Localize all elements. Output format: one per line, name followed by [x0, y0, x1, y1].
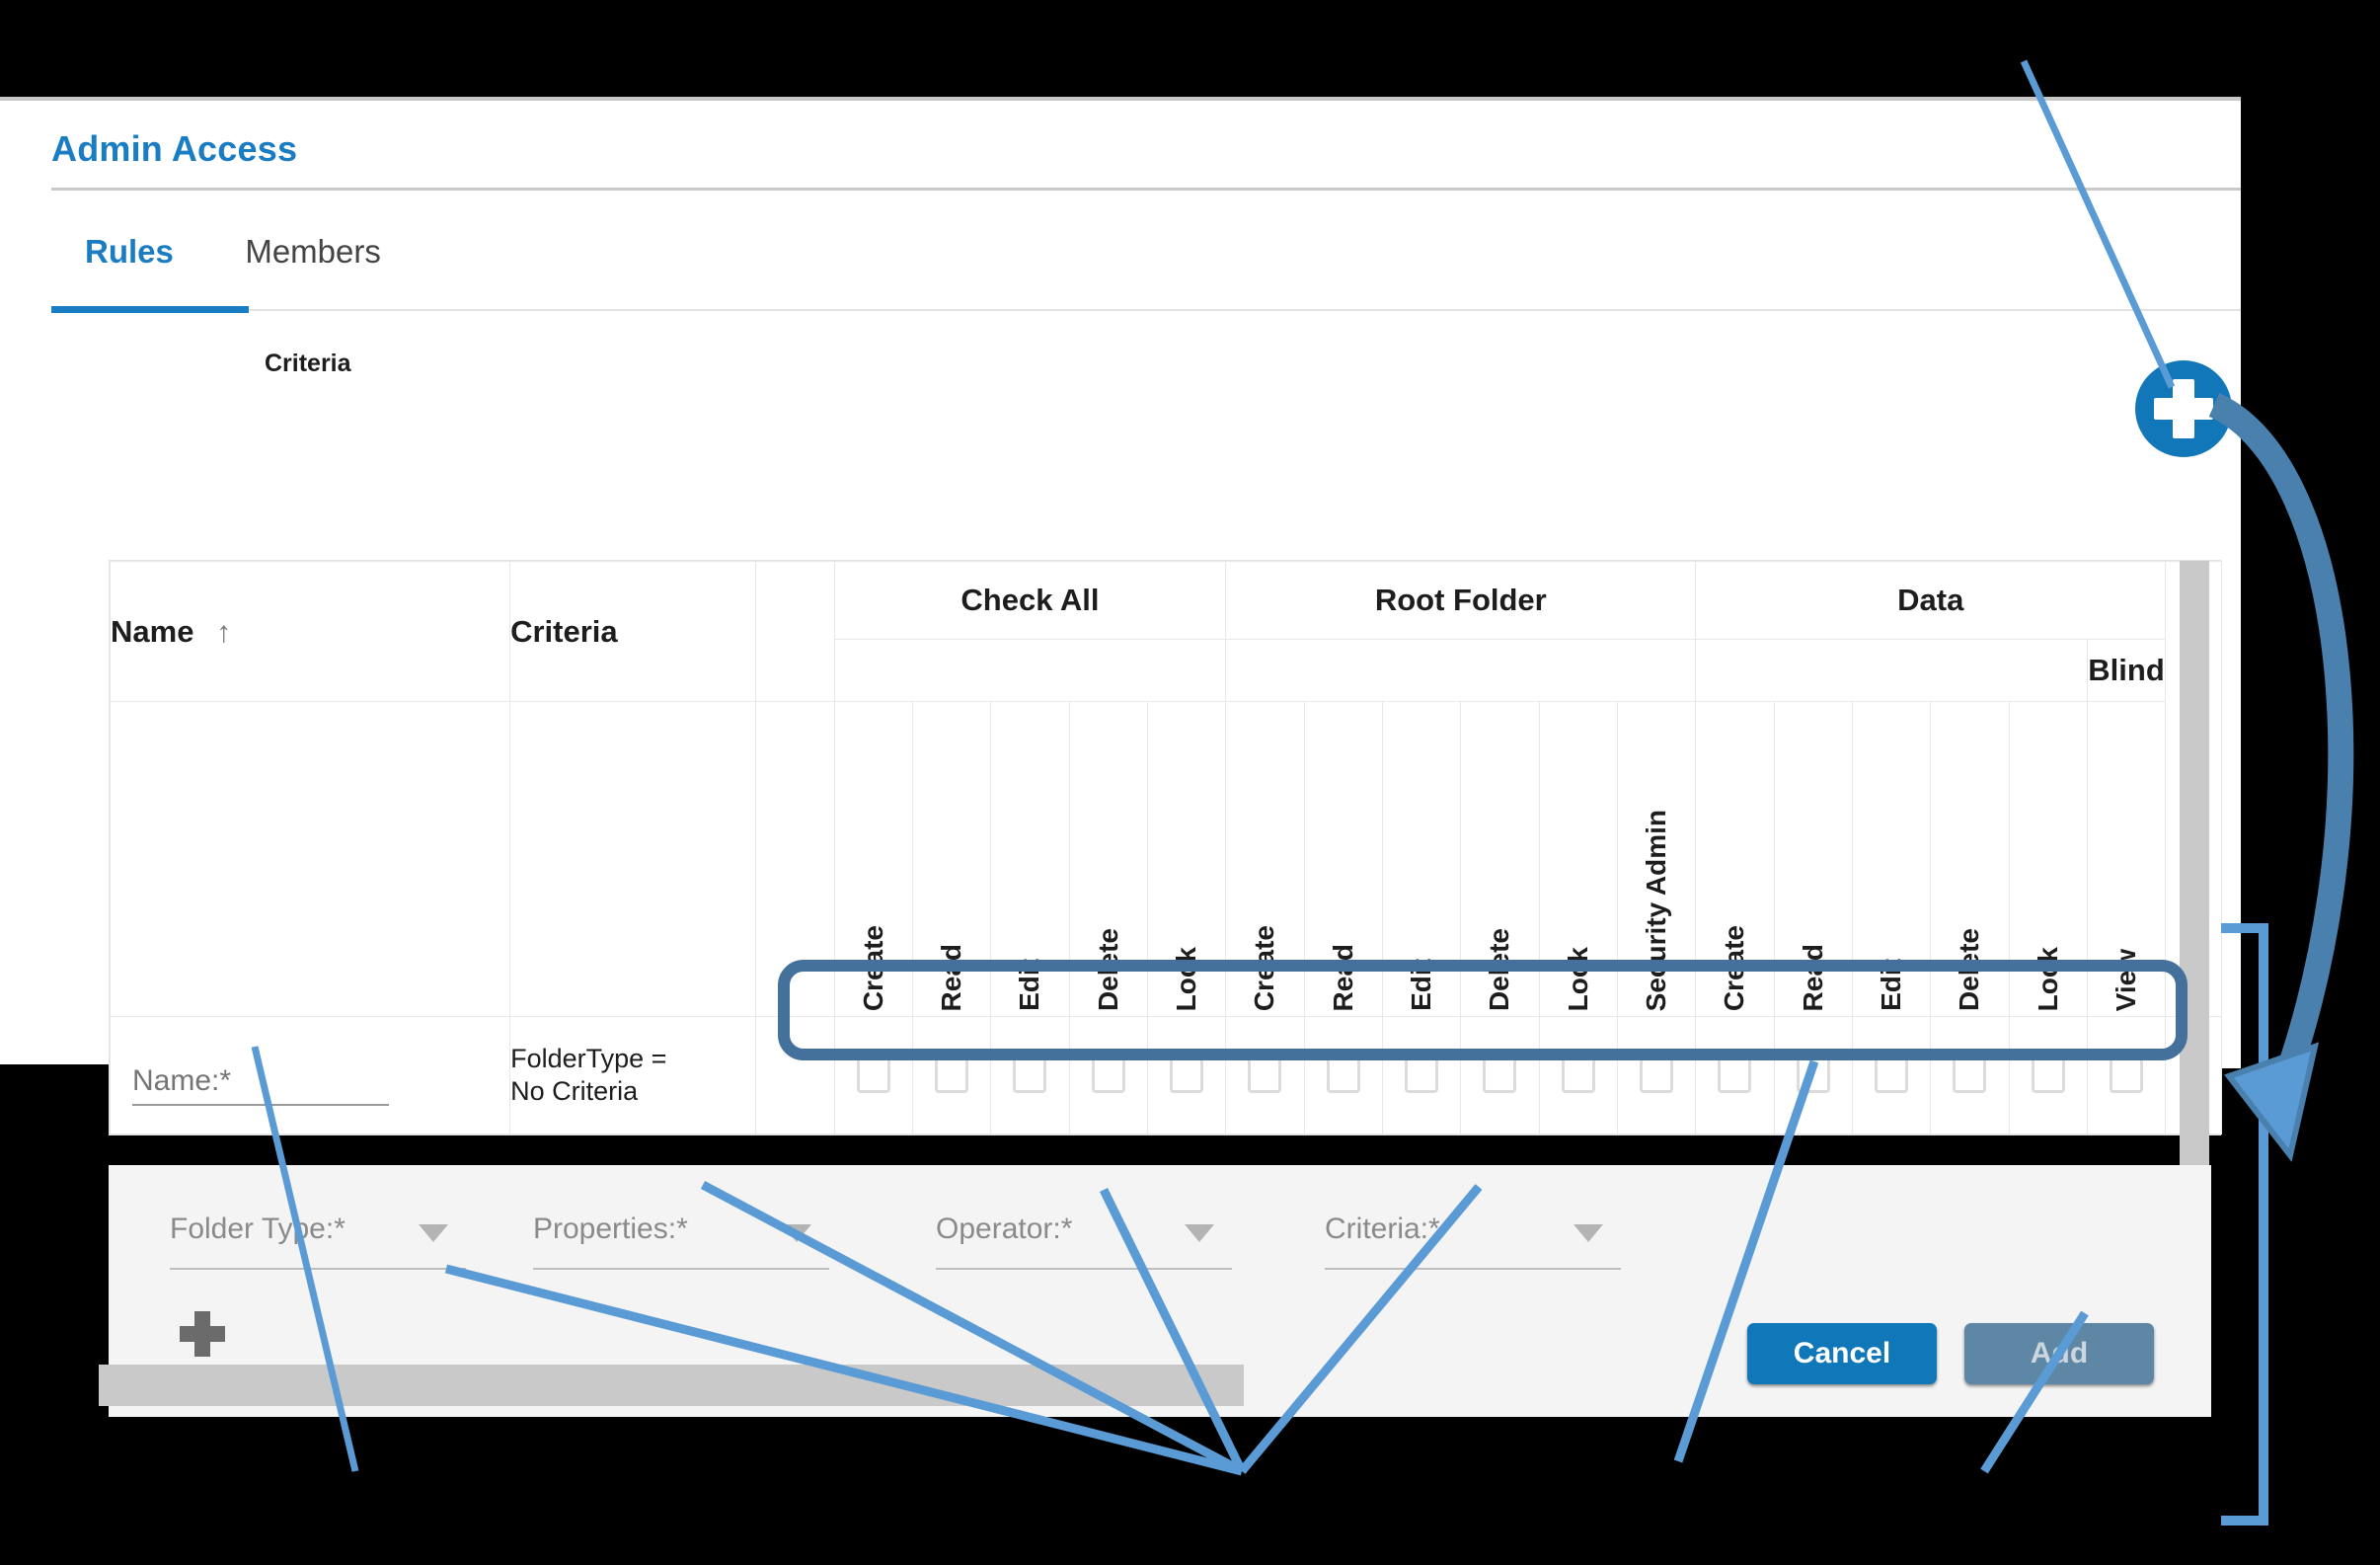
tab-divider [51, 309, 2241, 311]
add-rule-fab-button[interactable] [2135, 360, 2232, 457]
rule-name-field-wrap [132, 1064, 389, 1106]
column-header-criteria-label: Criteria [510, 613, 618, 649]
subgroup-blank-root-folder [1225, 639, 1697, 702]
page-title: Admin Access [51, 128, 298, 169]
criteria-caption: Criteria [265, 350, 351, 377]
group-header-root-folder: Root Folder [1225, 561, 1697, 640]
sort-ascending-icon[interactable]: ↑ [216, 616, 231, 649]
panel-bottom-mask [0, 1064, 109, 1316]
subgroup-blank-check-all [833, 639, 1227, 702]
column-header-criteria[interactable]: Criteria [509, 561, 757, 702]
properties-label: Properties:* [533, 1213, 688, 1245]
subgroup-blank-data [1695, 639, 2088, 702]
rule-criteria-cell: FolderType = No Criteria [509, 1016, 757, 1135]
tab-rules[interactable]: Rules [51, 211, 207, 271]
column-header-spacer [755, 561, 835, 702]
curved-arrow-head [2224, 1042, 2320, 1162]
properties-underline [533, 1268, 829, 1270]
tab-members[interactable]: Members [211, 211, 415, 271]
chevron-down-icon[interactable] [1185, 1224, 1214, 1242]
subgroup-header-blind: Blind [2086, 639, 2167, 702]
cancel-button[interactable]: Cancel [1747, 1323, 1937, 1384]
properties-select[interactable]: Properties:* [533, 1213, 829, 1270]
checkbox-row-highlight [778, 960, 2188, 1060]
operator-select[interactable]: Operator:* [936, 1213, 1232, 1270]
tab-active-indicator [51, 306, 249, 313]
group-header-check-all: Check All [833, 561, 1227, 640]
rule-name-cell [109, 1016, 511, 1135]
group-header-data: Data [1695, 561, 2167, 640]
add-button: Add [1964, 1323, 2154, 1384]
chevron-down-icon[interactable] [419, 1224, 448, 1242]
operator-underline [936, 1268, 1232, 1270]
chevron-down-icon[interactable] [782, 1224, 811, 1242]
horizontal-scrollbar[interactable] [99, 1365, 1244, 1406]
grid-vertical-scrollbar[interactable] [2180, 561, 2209, 1165]
rule-name-input[interactable] [132, 1064, 389, 1106]
criteria-label: Criteria:* [1325, 1213, 1440, 1245]
operator-label: Operator:* [936, 1213, 1073, 1245]
tab-bar: Rules Members [51, 211, 415, 310]
title-divider [51, 188, 2241, 191]
column-header-name-label: Name [111, 613, 194, 649]
folder-type-underline [170, 1268, 466, 1270]
criteria-text-line1: FolderType = [510, 1044, 667, 1074]
criteria-underline [1325, 1268, 1621, 1270]
chevron-down-icon[interactable] [1574, 1224, 1603, 1242]
criteria-text-line2: No Criteria [510, 1076, 639, 1106]
column-header-name[interactable]: Name ↑ [109, 561, 511, 702]
plus-icon[interactable] [180, 1311, 225, 1357]
folder-type-select[interactable]: Folder Type:* [170, 1213, 466, 1270]
permission-row-name-spacer [109, 701, 511, 1017]
admin-access-panel: Admin Access Rules Members Criteria Name [0, 97, 2241, 1417]
folder-type-label: Folder Type:* [170, 1213, 345, 1245]
permission-row-criteria-spacer [509, 701, 757, 1017]
criteria-select[interactable]: Criteria:* [1325, 1213, 1621, 1270]
plus-icon-vertical-bar [2173, 379, 2194, 438]
grid-group-header-row: Name ↑ Criteria Check All Root Folder Da… [109, 561, 2222, 1017]
